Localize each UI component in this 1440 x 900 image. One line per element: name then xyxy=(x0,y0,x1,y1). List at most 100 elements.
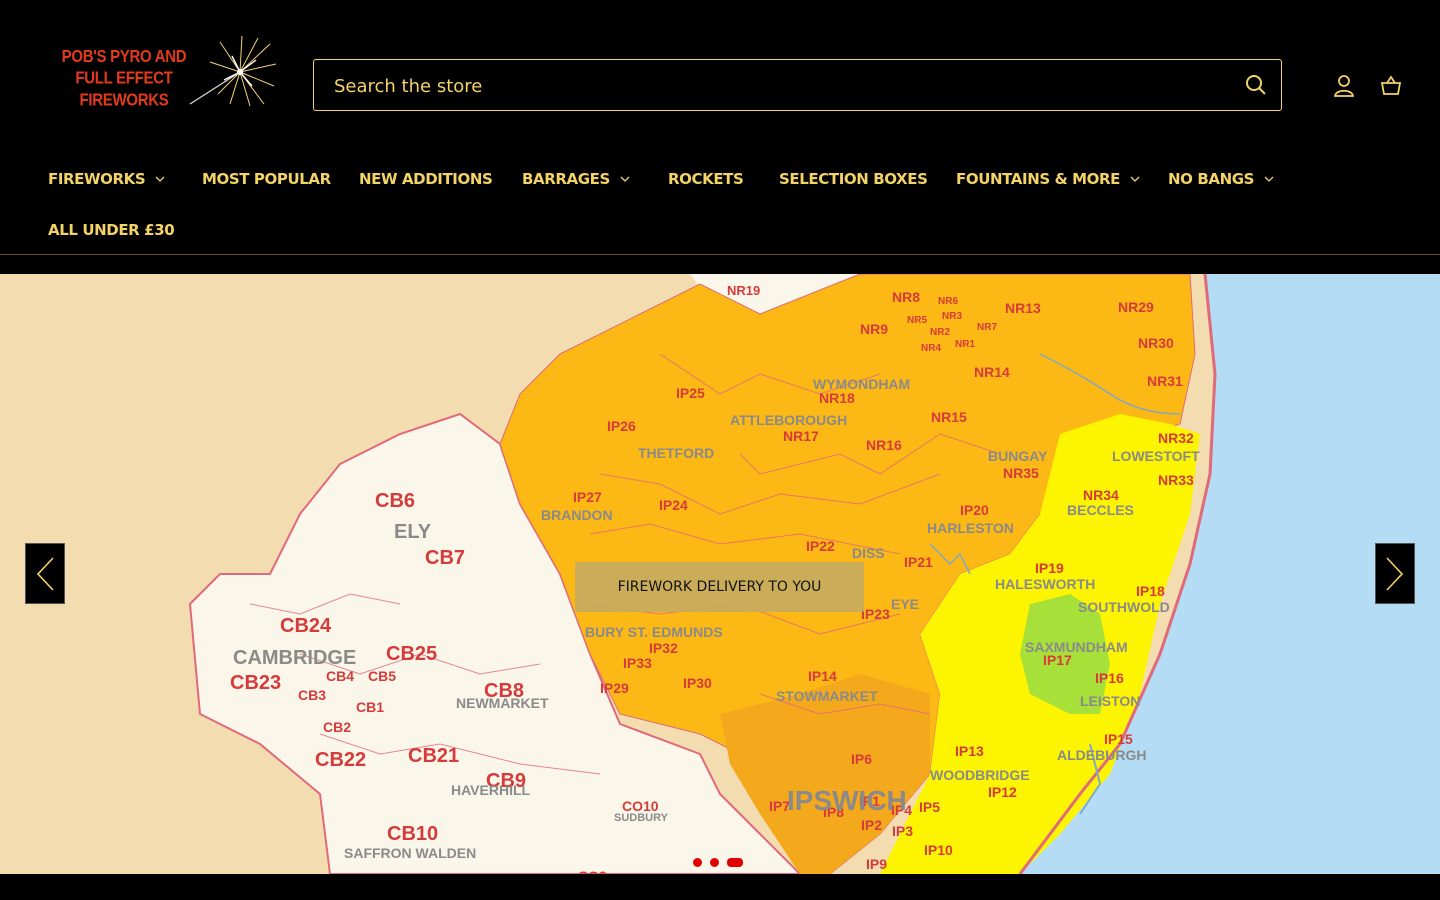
map-label-eye: EYE xyxy=(891,596,919,612)
map-label-nr18: NR18 xyxy=(819,390,855,406)
map-label-ely: ELY xyxy=(394,521,432,543)
chevron-down-icon xyxy=(1264,176,1274,182)
nav-item-barrages[interactable]: BARRAGES xyxy=(522,170,630,188)
cta-label: FIREWORK DELIVERY TO YOU xyxy=(617,579,822,595)
map-label-ip18: IP18 xyxy=(1136,583,1165,599)
map-label-cb5: CB5 xyxy=(368,668,396,684)
map-label-brandon: BRANDON xyxy=(541,507,613,523)
map-label-stowmarket: STOWMARKET xyxy=(776,688,878,704)
map-label-attleborough: ATTLEBOROUGH xyxy=(730,412,847,428)
map-label-ip16: IP16 xyxy=(1095,670,1124,686)
map-label-haverhill: HAVERHILL xyxy=(451,782,531,798)
map-label-nr13: NR13 xyxy=(1005,300,1041,316)
map-label-ip2: IP2 xyxy=(861,817,882,833)
delivery-cta-button[interactable]: FIREWORK DELIVERY TO YOU xyxy=(575,562,864,612)
nav-item-no-bangs[interactable]: NO BANGS xyxy=(1168,170,1274,188)
search-input[interactable] xyxy=(332,60,1216,112)
nav-item-most-popular[interactable]: MOST POPULAR xyxy=(202,170,331,188)
map-label-cb10: CB10 xyxy=(387,823,438,845)
map-label-newmarket: NEWMARKET xyxy=(456,695,549,711)
nav-label: FIREWORKS xyxy=(48,170,146,188)
map-label-ip33: IP33 xyxy=(623,655,652,671)
map-label-bury-st-edmunds: BURY ST. EDMUNDS xyxy=(585,624,723,640)
map-label-diss: DISS xyxy=(852,545,885,561)
map-label-cb21: CB21 xyxy=(408,745,459,767)
map-label-nr7: NR7 xyxy=(977,322,997,333)
map-label-saxmundham: SAXMUNDHAM xyxy=(1025,639,1128,655)
map-label-ip12: IP12 xyxy=(988,784,1017,800)
map-label-cb24: CB24 xyxy=(280,615,332,637)
map-label-nr17: NR17 xyxy=(783,428,819,444)
nav-item-fountains-more[interactable]: FOUNTAINS & MORE xyxy=(956,170,1140,188)
map-label-thetford: THETFORD xyxy=(638,445,714,461)
map-label-cb22: CB22 xyxy=(315,749,366,771)
search-icon[interactable] xyxy=(1245,74,1267,101)
nav-item-all-under-30[interactable]: ALL UNDER £30 xyxy=(48,221,175,239)
map-label-nr3: NR3 xyxy=(942,311,962,322)
hero-carousel: NR19 NR8 NR6 NR3 NR5 NR7 NR2 NR4 NR1 NR13 NR29 NR9 N… xyxy=(0,274,1440,874)
map-label-nr34: NR34 xyxy=(1083,487,1119,503)
map-label-ip29: IP29 xyxy=(600,680,629,696)
firework-burst-icon xyxy=(189,35,277,107)
map-label-ip26: IP26 xyxy=(607,418,636,434)
map-label-wymondham: WYMONDHAM xyxy=(813,376,910,392)
nav-label: BARRAGES xyxy=(522,170,610,188)
bottom-strip xyxy=(0,874,1440,900)
map-label-ip6: IP6 xyxy=(851,751,872,767)
map-label-nr1: NR1 xyxy=(955,339,975,350)
map-label-ip14: IP14 xyxy=(808,668,837,684)
map-label-ip24: IP24 xyxy=(659,497,688,513)
map-label-nr32: NR32 xyxy=(1158,430,1194,446)
nav-item-fireworks[interactable]: FIREWORKS xyxy=(48,170,165,188)
user-icon[interactable] xyxy=(1333,74,1355,103)
map-label-ip19: IP19 xyxy=(1035,560,1064,576)
nav-item-selection-boxes[interactable]: SELECTION BOXES xyxy=(779,170,928,188)
nav-label: ALL UNDER £30 xyxy=(48,221,175,239)
map-label-ip20: IP20 xyxy=(960,502,989,518)
header-divider xyxy=(0,254,1440,255)
chevron-down-icon xyxy=(620,176,630,182)
map-label-bungay: BUNGAY xyxy=(988,448,1048,464)
nav-item-rockets[interactable]: ROCKETS xyxy=(668,170,744,188)
chevron-right-icon xyxy=(1386,556,1404,591)
map-label-southwold: SOUTHWOLD xyxy=(1078,599,1170,615)
map-label-nr2: NR2 xyxy=(930,327,950,338)
map-label-nr5: NR5 xyxy=(907,315,927,326)
map-label-cb7: CB7 xyxy=(425,547,465,569)
map-label-cb1: CB1 xyxy=(356,699,384,715)
carousel-pagination xyxy=(693,858,743,867)
basket-icon[interactable] xyxy=(1380,74,1402,103)
map-label-cambridge: CAMBRIDGE xyxy=(233,647,356,669)
map-label-ip5: IP5 xyxy=(919,799,940,815)
map-label-ip32: IP32 xyxy=(649,640,678,656)
map-label-halesworth: HALESWORTH xyxy=(995,576,1095,592)
nav-label: NEW ADDITIONS xyxy=(359,170,493,188)
site-logo[interactable]: POB'S PYRO AND FULL EFFECT FIREWORKS xyxy=(30,34,278,110)
map-label-cb4: CB4 xyxy=(326,668,354,684)
map-label-nr35: NR35 xyxy=(1003,465,1039,481)
map-label-nr33: NR33 xyxy=(1158,472,1194,488)
map-label-nr6: NR6 xyxy=(938,296,958,307)
map-label-nr16: NR16 xyxy=(866,437,902,453)
map-label-cb6: CB6 xyxy=(375,490,415,512)
map-label-nr30: NR30 xyxy=(1138,335,1174,351)
carousel-next-button[interactable] xyxy=(1375,543,1415,604)
map-label-cb3: CB3 xyxy=(298,687,326,703)
carousel-dot[interactable] xyxy=(693,858,702,867)
map-label-ip3: IP3 xyxy=(892,823,913,839)
carousel-prev-button[interactable] xyxy=(25,543,65,604)
map-label-ip22: IP22 xyxy=(806,538,835,554)
carousel-dot-active[interactable] xyxy=(727,858,743,867)
nav-label: ROCKETS xyxy=(668,170,744,188)
chevron-left-icon xyxy=(36,556,54,591)
nav-label: SELECTION BOXES xyxy=(779,170,928,188)
carousel-dot[interactable] xyxy=(710,858,719,867)
map-label-ip13: IP13 xyxy=(955,743,984,759)
nav-item-new-additions[interactable]: NEW ADDITIONS xyxy=(359,170,493,188)
map-label-sudbury: SUDBURY xyxy=(614,812,669,824)
nav-label: MOST POPULAR xyxy=(202,170,331,188)
map-label-ip15: IP15 xyxy=(1104,731,1133,747)
map-label-nr15: NR15 xyxy=(931,409,967,425)
map-label-cb23: CB23 xyxy=(230,672,281,694)
map-label-ipswich: IPSWICH xyxy=(787,785,907,816)
